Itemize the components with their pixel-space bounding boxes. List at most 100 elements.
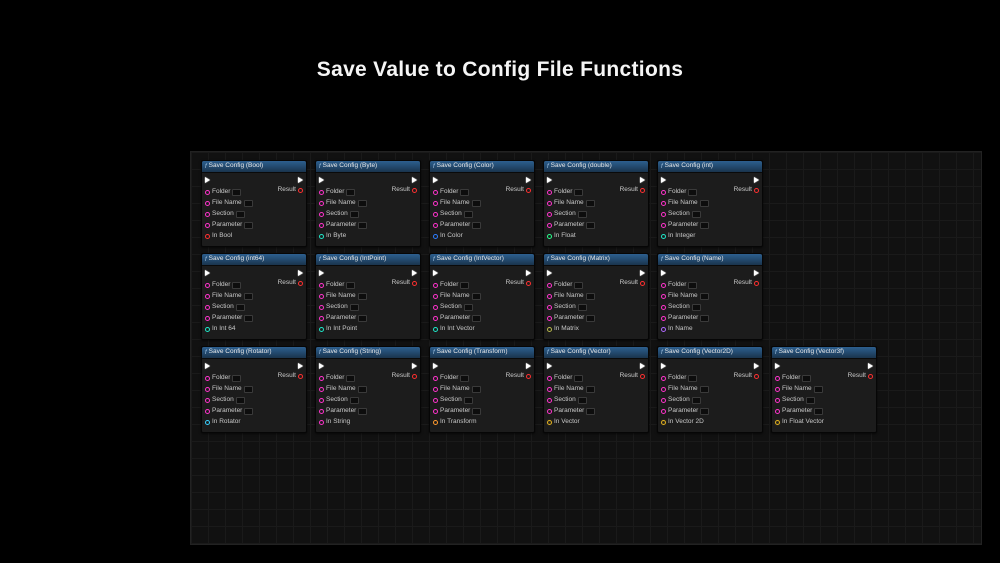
filename-input[interactable] [814,386,823,393]
exec-in-pin[interactable] [547,177,552,183]
value-in-pin[interactable] [547,420,552,425]
parameter-input[interactable] [472,222,481,229]
node-header[interactable]: f Save Config (Matrix) [544,254,648,266]
parameter-pin[interactable] [547,223,552,228]
value-in-pin[interactable] [319,234,324,239]
exec-out-pin[interactable] [412,270,417,276]
folder-input[interactable] [688,375,697,382]
exec-out-pin[interactable] [298,177,303,183]
folder-pin[interactable] [433,283,438,288]
node-header[interactable]: f Save Config (String) [316,347,420,359]
folder-input[interactable] [232,189,241,196]
value-in-pin[interactable] [433,327,438,332]
section-input[interactable] [578,304,587,311]
node-save-config-double-[interactable]: f Save Config (double) Result Folder Fil… [543,160,649,247]
folder-input[interactable] [574,189,583,196]
parameter-input[interactable] [700,222,709,229]
exec-in-pin[interactable] [319,270,324,276]
folder-input[interactable] [460,375,469,382]
section-pin[interactable] [205,398,210,403]
folder-pin[interactable] [433,190,438,195]
node-header[interactable]: f Save Config (Vector3f) [772,347,876,359]
parameter-pin[interactable] [775,409,780,414]
folder-input[interactable] [688,282,697,289]
folder-input[interactable] [802,375,811,382]
node-header[interactable]: f Save Config (IntVector) [430,254,534,266]
exec-out-pin[interactable] [754,270,759,276]
parameter-pin[interactable] [433,316,438,321]
folder-pin[interactable] [775,376,780,381]
folder-input[interactable] [346,375,355,382]
section-pin[interactable] [205,305,210,310]
parameter-pin[interactable] [319,223,324,228]
folder-input[interactable] [232,282,241,289]
exec-out-pin[interactable] [640,270,645,276]
value-in-pin[interactable] [433,420,438,425]
exec-in-pin[interactable] [547,363,552,369]
folder-pin[interactable] [547,190,552,195]
value-in-pin[interactable] [547,234,552,239]
section-pin[interactable] [433,398,438,403]
exec-out-pin[interactable] [412,363,417,369]
parameter-pin[interactable] [433,223,438,228]
exec-in-pin[interactable] [205,270,210,276]
value-in-pin[interactable] [661,234,666,239]
exec-out-pin[interactable] [868,363,873,369]
parameter-input[interactable] [244,315,253,322]
parameter-input[interactable] [358,222,367,229]
exec-in-pin[interactable] [661,363,666,369]
parameter-input[interactable] [358,408,367,415]
folder-pin[interactable] [661,283,666,288]
value-in-pin[interactable] [205,234,210,239]
filename-pin[interactable] [661,201,666,206]
node-save-config-name-[interactable]: f Save Config (Name) Result Folder File … [657,253,763,340]
parameter-input[interactable] [244,408,253,415]
filename-pin[interactable] [775,387,780,392]
section-pin[interactable] [205,212,210,217]
folder-pin[interactable] [319,190,324,195]
folder-pin[interactable] [547,283,552,288]
filename-pin[interactable] [547,201,552,206]
filename-input[interactable] [700,386,709,393]
node-header[interactable]: f Save Config (Rotator) [202,347,306,359]
section-pin[interactable] [775,398,780,403]
exec-out-pin[interactable] [298,363,303,369]
exec-in-pin[interactable] [433,177,438,183]
filename-pin[interactable] [661,387,666,392]
section-input[interactable] [692,304,701,311]
folder-pin[interactable] [319,376,324,381]
exec-in-pin[interactable] [661,270,666,276]
exec-out-pin[interactable] [640,177,645,183]
section-input[interactable] [350,304,359,311]
exec-out-pin[interactable] [754,363,759,369]
parameter-pin[interactable] [661,409,666,414]
filename-input[interactable] [244,200,253,207]
value-in-pin[interactable] [661,420,666,425]
section-input[interactable] [350,211,359,218]
filename-input[interactable] [586,386,595,393]
exec-out-pin[interactable] [526,363,531,369]
section-pin[interactable] [661,305,666,310]
section-input[interactable] [692,397,701,404]
filename-input[interactable] [244,293,253,300]
parameter-input[interactable] [586,222,595,229]
value-in-pin[interactable] [319,420,324,425]
exec-in-pin[interactable] [319,363,324,369]
section-pin[interactable] [433,305,438,310]
parameter-pin[interactable] [433,409,438,414]
parameter-pin[interactable] [319,409,324,414]
filename-pin[interactable] [547,294,552,299]
value-in-pin[interactable] [205,420,210,425]
filename-input[interactable] [700,293,709,300]
filename-pin[interactable] [661,294,666,299]
folder-pin[interactable] [547,376,552,381]
filename-input[interactable] [586,293,595,300]
node-save-config-intvector-[interactable]: f Save Config (IntVector) Result Folder … [429,253,535,340]
parameter-pin[interactable] [661,316,666,321]
value-in-pin[interactable] [661,327,666,332]
exec-in-pin[interactable] [433,363,438,369]
node-header[interactable]: f Save Config (Color) [430,161,534,173]
parameter-pin[interactable] [547,409,552,414]
filename-pin[interactable] [205,294,210,299]
parameter-input[interactable] [814,408,823,415]
